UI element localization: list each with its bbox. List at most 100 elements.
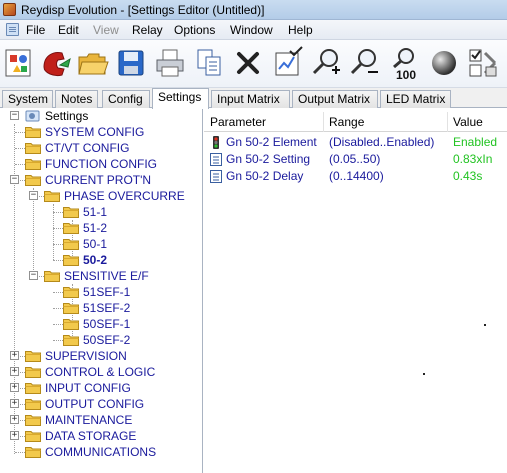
tree-item-label: CT/VT CONFIG [45,141,130,155]
column-value[interactable]: Value [453,115,483,129]
tree-item-label: 50SEF-1 [83,317,131,331]
value-cell[interactable]: 0.83xIn [453,152,492,166]
folder-icon [25,350,41,362]
tree-item[interactable]: 50-1 [0,236,202,252]
tree-item[interactable]: 50SEF-2 [0,332,202,348]
folder-icon [63,222,79,234]
expand-icon[interactable]: + [10,399,19,408]
tab-settings[interactable]: Settings [152,88,209,109]
tree-item[interactable]: + OUTPUT CONFIG [0,396,202,412]
table-row[interactable]: Gn 50-2 Setting (0.05..50) 0.83xIn [204,151,507,168]
chart-check-icon[interactable] [270,45,306,81]
tab-output-matrix[interactable]: Output Matrix [292,90,378,108]
tree-item[interactable]: 51-1 [0,204,202,220]
expand-icon[interactable]: + [10,367,19,376]
value-cell[interactable]: 0.43s [453,169,482,183]
tree-item[interactable]: + CONTROL & LOGIC [0,364,202,380]
tree-item[interactable]: 50SEF-1 [0,316,202,332]
range-cell: (Disabled..Enabled) [329,135,435,149]
menu-window[interactable]: Window [230,23,273,37]
tree-item[interactable]: COMMUNICATIONS [0,444,202,460]
tab-bar: System Notes Config Settings Input Matri… [0,88,507,109]
menu-help[interactable]: Help [288,23,313,37]
tree-item[interactable]: + MAINTENANCE [0,412,202,428]
printer-icon[interactable] [152,45,188,81]
menu-edit[interactable]: Edit [58,23,79,37]
tree-item[interactable]: + INPUT CONFIG [0,380,202,396]
tree-item[interactable]: 51SEF-2 [0,300,202,316]
zoom-in-icon[interactable] [308,45,344,81]
toolbar: 100 [0,40,507,88]
tree-item[interactable]: CT/VT CONFIG [0,140,202,156]
window-title: Reydisp Evolution - [Settings Editor (Un… [21,3,265,17]
copy-icon[interactable] [192,45,228,81]
list-icon [210,153,222,166]
zoom-100-icon[interactable]: 100 [386,45,422,81]
collapse-icon[interactable]: − [29,191,38,200]
menu-relay[interactable]: Relay [132,23,163,37]
tree-item-label: PHASE OVERCURRE [64,189,185,203]
menu-file[interactable]: File [26,23,45,37]
tab-notes[interactable]: Notes [55,90,98,108]
tree-item-label: 50-2 [83,253,108,267]
tab-led-matrix[interactable]: LED Matrix [380,90,451,108]
tree-item-label: 51SEF-2 [83,301,131,315]
tree-item[interactable]: 50-2 [0,252,202,268]
folder-icon [63,334,79,346]
tab-system[interactable]: System [2,90,53,108]
tree-item[interactable]: FUNCTION CONFIG [0,156,202,172]
open-folder-icon[interactable] [75,45,111,81]
save-disk-icon[interactable] [113,45,149,81]
settings-tree: − Settings SYSTEM CONFIG CT/VT CONFIG FUNC… [0,108,203,473]
table-row[interactable]: Gn 50-2 Element (Disabled..Enabled) Enab… [204,134,507,151]
collapse-icon[interactable]: − [10,175,19,184]
zoom-out-icon[interactable] [346,45,382,81]
title-bar: Reydisp Evolution - [Settings Editor (Un… [0,0,507,20]
table-row[interactable]: Gn 50-2 Delay (0..14400) 0.43s [204,168,507,185]
folder-icon [25,366,41,378]
tree-root-label: Settings [45,109,89,123]
menu-view[interactable]: View [93,23,119,37]
value-cell[interactable]: Enabled [453,135,497,149]
folder-icon [44,190,60,202]
folder-icon [25,142,41,154]
folder-icon [63,206,79,218]
grid-header: Parameter Range Value [204,112,507,132]
delete-x-icon[interactable] [230,45,266,81]
expand-icon[interactable]: + [10,383,19,392]
app-icon [3,3,16,16]
column-range[interactable]: Range [329,115,364,129]
expand-icon[interactable]: + [10,351,19,360]
expand-icon[interactable]: + [10,415,19,424]
tree-item-label: MAINTENANCE [45,413,133,427]
checklist-icon[interactable] [465,45,501,81]
tree-item-label: 50SEF-2 [83,333,131,347]
folder-icon [63,302,79,314]
expand-icon[interactable]: + [10,431,19,440]
sphere-icon[interactable] [426,45,462,81]
tree-item[interactable]: − PHASE OVERCURRE [0,188,202,204]
tree-item-label: FUNCTION CONFIG [45,157,157,171]
tree-item-label: INPUT CONFIG [45,381,131,395]
tree-item[interactable]: 51-2 [0,220,202,236]
collapse-icon[interactable]: − [29,271,38,280]
folder-icon [63,286,79,298]
tab-input-matrix[interactable]: Input Matrix [211,90,290,108]
collapse-icon[interactable]: − [10,111,19,120]
tree-item[interactable]: − SENSITIVE E/F [0,268,202,284]
column-parameter[interactable]: Parameter [210,115,266,129]
tab-config[interactable]: Config [102,90,150,108]
tree-root[interactable]: − Settings [0,108,202,124]
tree-item[interactable]: + SUPERVISION [0,348,202,364]
phone-connect-icon[interactable] [38,45,74,81]
tree-item[interactable]: − CURRENT PROT'N [0,172,202,188]
menu-options[interactable]: Options [174,23,215,37]
tree-item[interactable]: 51SEF-1 [0,284,202,300]
tree-item[interactable]: + DATA STORAGE [0,428,202,444]
document-menu-icon[interactable] [6,23,19,36]
tree-item[interactable]: SYSTEM CONFIG [0,124,202,140]
shapes-icon[interactable] [1,45,37,81]
tree-item-label: CONTROL & LOGIC [45,365,156,379]
range-cell: (0.05..50) [329,152,381,166]
screen-artifact [484,324,486,326]
